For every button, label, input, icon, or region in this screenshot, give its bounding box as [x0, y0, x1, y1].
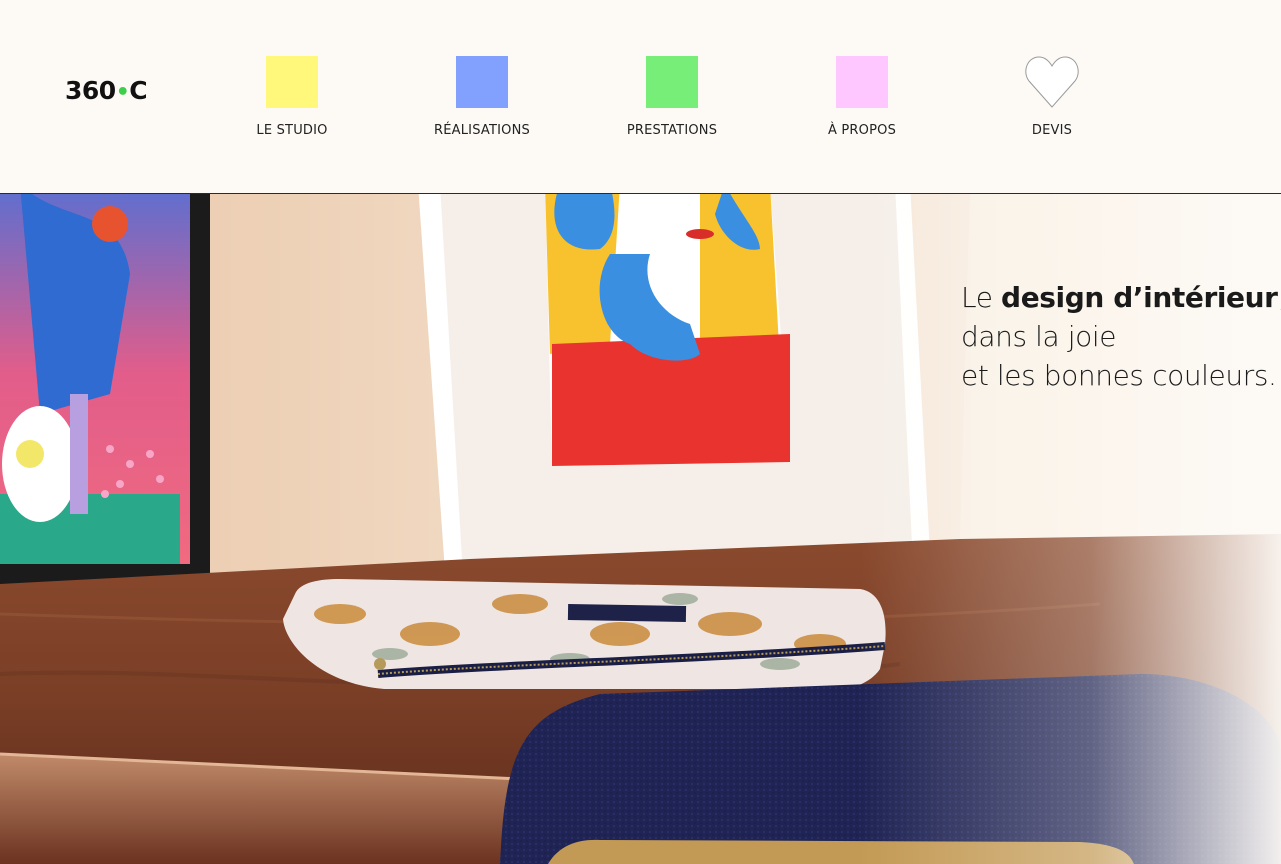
nav-item-le-studio[interactable]: LE STUDIO — [212, 56, 372, 138]
logo-text-right: C — [129, 76, 148, 105]
tagline-highlight: design d’intérieur — [1001, 281, 1278, 314]
left-artwork — [0, 194, 210, 584]
yellow-swatch-icon — [266, 56, 318, 108]
nav-item-devis[interactable]: DEVIS — [972, 56, 1132, 138]
nav-label-a-propos: À PROPOS — [827, 123, 897, 138]
green-swatch-icon — [646, 56, 698, 108]
nav-label-le-studio: LE STUDIO — [256, 123, 328, 138]
site-header: 360•C LE STUDIO RÉALISATIONS PRESTATIONS… — [0, 0, 1281, 194]
logo-text-left: 360 — [65, 76, 116, 105]
pouch — [283, 579, 886, 689]
heart-icon — [1025, 56, 1079, 108]
nav-item-realisations[interactable]: RÉALISATIONS — [402, 56, 562, 138]
logo-dot: • — [115, 80, 130, 105]
nav-label-prestations: PRESTATIONS — [626, 123, 718, 138]
tagline-line-1-post: , — [1278, 281, 1281, 314]
hero-tagline: Le design d’intérieur, dans la joie et l… — [961, 278, 1281, 395]
nav-item-prestations[interactable]: PRESTATIONS — [592, 56, 752, 138]
hero-section: Le design d’intérieur, dans la joie et l… — [0, 194, 1281, 864]
tagline-line-3: et les bonnes couleurs. — [961, 359, 1277, 392]
tagline-line-2: dans la joie — [961, 320, 1117, 353]
nav-label-realisations: RÉALISATIONS — [434, 123, 530, 138]
blue-swatch-icon — [456, 56, 508, 108]
tagline-line-1: Le design d’intérieur, — [961, 278, 1281, 317]
nav-item-a-propos[interactable]: À PROPOS — [782, 56, 942, 138]
brand-logo[interactable]: 360•C — [65, 76, 148, 108]
pink-swatch-icon — [836, 56, 888, 108]
tagline-line-1-pre: Le — [961, 281, 1002, 314]
center-artwork — [418, 194, 930, 572]
nav-label-devis: DEVIS — [1031, 123, 1073, 138]
